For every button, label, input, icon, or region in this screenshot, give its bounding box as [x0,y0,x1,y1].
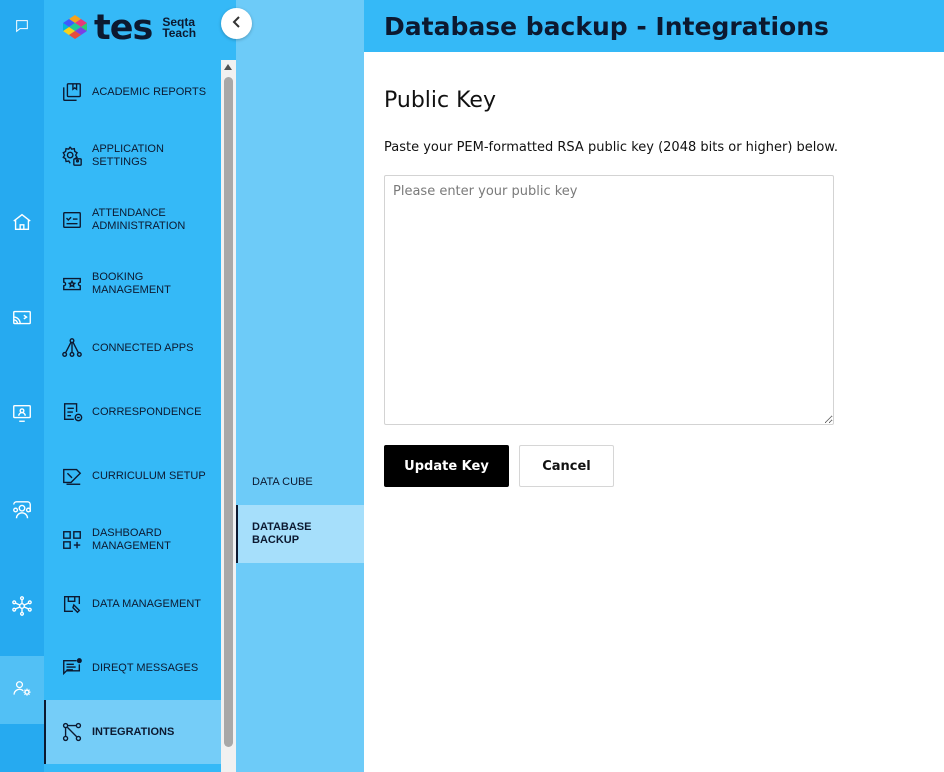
tes-logo: tes Seqta Teach [60,8,196,48]
main-content: Public Key Paste your PEM-formatted RSA … [364,52,944,772]
cast-icon [11,307,33,334]
home-button[interactable] [0,202,44,246]
public-key-description: Paste your PEM-formatted RSA public key … [384,140,838,155]
logo-sub-line2: Teach [162,26,197,40]
chat-icon [14,18,30,39]
page-header: Database backup - Integrations [364,0,944,52]
sub-item-data-cube[interactable]: Data Cube [236,458,364,506]
network-button[interactable] [0,586,44,630]
nav-label: Integrations [92,725,175,738]
ticket-icon [61,273,83,295]
nav-item-connected-apps[interactable]: Connected Apps [44,316,221,380]
nav-label: Attendance Administration [92,207,186,232]
presentation-icon [11,402,33,429]
nav-item-correspondence[interactable]: Correspondence [44,380,221,444]
nav-item-integrations[interactable]: Integrations [44,700,221,764]
scroll-up-arrow-icon[interactable] [224,64,232,70]
data-icon [61,593,83,615]
sub-item-database-backup[interactable]: Database Backup [236,505,364,563]
presentation-button[interactable] [0,393,44,437]
connected-icon [61,337,83,359]
nav-item-booking-management[interactable]: Booking Management [44,252,221,316]
nav-item-data-management[interactable]: Data Management [44,572,221,636]
nav-label: Correspondence [92,405,202,418]
app-rail [0,0,44,772]
nav-label: Data Management [92,597,201,610]
update-key-button[interactable]: Update Key [384,445,509,487]
nav-label: Booking Management [92,271,171,296]
messages-icon [61,657,83,679]
admin-settings-button[interactable] [0,656,44,724]
report-icon [61,81,83,103]
nav-item-direqt-messages[interactable]: DireqT Messages [44,636,221,700]
nav-label: Curriculum Setup [92,469,206,482]
tes-logo-mark-icon [63,15,87,39]
user-settings-icon [12,678,32,703]
scroll-thumb[interactable] [224,77,233,747]
logo-subtitle: Seqta Teach [162,16,197,40]
section-heading: Public Key [384,88,496,113]
page-title: Database backup - Integrations [384,11,829,41]
public-key-input[interactable] [384,175,834,425]
sub-item-label: Data Cube [252,475,313,488]
nav-item-curriculum-setup[interactable]: Curriculum Setup [44,444,221,508]
chat-button[interactable] [0,6,44,50]
integrations-icon [61,721,83,743]
nav-item-dashboard-management[interactable]: Dashboard Management [44,508,221,572]
nav-label: Academic Reports [92,85,207,98]
admin-nav-panel: tes Seqta Teach Academic Reports Applica… [44,0,236,772]
dashboard-icon [61,529,83,551]
nav-label: Application Settings [92,143,164,168]
nav-label: DireqT Messages [92,661,199,674]
network-icon [11,595,33,622]
home-icon [11,211,33,238]
sub-nav-panel: Data Cube Database Backup [236,0,364,772]
curriculum-icon [61,465,83,487]
settings-icon [61,145,83,167]
collapse-sidebar-button[interactable] [221,8,252,39]
logo-word: tes [94,7,153,48]
nav-label: Dashboard Management [92,527,171,552]
nav-item-application-settings[interactable]: Application Settings [44,124,221,188]
people-icon [11,499,33,526]
nav-item-academic-reports[interactable]: Academic Reports [44,60,221,124]
sub-item-label: Database Backup [252,521,312,546]
chevron-left-icon [231,15,243,33]
nav-label: Connected Apps [92,341,194,354]
attendance-icon [61,209,83,231]
correspondence-icon [61,401,83,423]
nav-scrollbar[interactable] [221,60,236,772]
cast-button[interactable] [0,298,44,342]
nav-item-attendance-administration[interactable]: Attendance Administration [44,188,221,252]
cancel-button[interactable]: Cancel [519,445,614,487]
people-button[interactable] [0,490,44,534]
